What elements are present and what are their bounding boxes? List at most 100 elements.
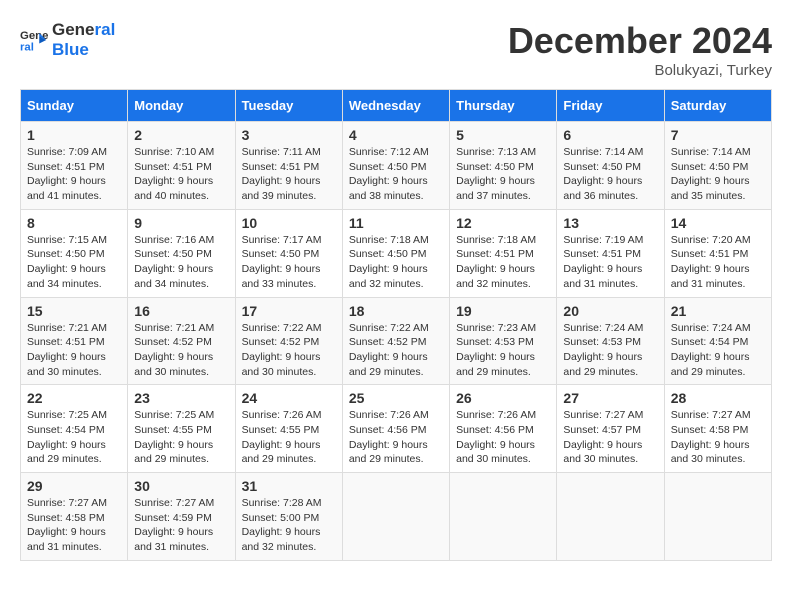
sunset-time: 4:58 PM (66, 512, 105, 524)
sunset-time: 4:52 PM (387, 336, 426, 348)
day-number: 9 (134, 215, 228, 231)
day-info: Sunrise: 7:22 AM Sunset: 4:52 PM Dayligh… (349, 321, 443, 380)
sunset-time: 4:56 PM (387, 424, 426, 436)
sunset-time: 4:51 PM (602, 248, 641, 260)
sunset-label: Sunset: (563, 161, 602, 173)
sunrise-time: 7:16 AM (176, 234, 215, 246)
sunrise-time: 7:09 AM (68, 146, 107, 158)
sunrise-time: 7:27 AM (176, 497, 215, 509)
table-row (342, 473, 449, 561)
day-info: Sunrise: 7:14 AM Sunset: 4:50 PM Dayligh… (671, 145, 765, 204)
daylight-label: Daylight: 9 hours and 29 minutes. (27, 439, 106, 466)
sunset-label: Sunset: (456, 248, 495, 260)
sunset-time: 4:50 PM (66, 248, 105, 260)
day-info: Sunrise: 7:09 AM Sunset: 4:51 PM Dayligh… (27, 145, 121, 204)
sunset-label: Sunset: (27, 512, 66, 524)
sunrise-label: Sunrise: (671, 146, 712, 158)
sunset-label: Sunset: (134, 336, 173, 348)
day-number: 19 (456, 303, 550, 319)
calendar-week-2: 15 Sunrise: 7:21 AM Sunset: 4:51 PM Dayl… (21, 297, 772, 385)
day-info: Sunrise: 7:28 AM Sunset: 5:00 PM Dayligh… (242, 496, 336, 555)
sunrise-time: 7:11 AM (283, 146, 321, 158)
logo: Gene ral General Blue (20, 20, 115, 59)
table-row (664, 473, 771, 561)
title-block: December 2024 Bolukyazi, Turkey (508, 20, 772, 79)
sunrise-time: 7:27 AM (605, 409, 644, 421)
sunrise-time: 7:15 AM (68, 234, 107, 246)
daylight-label: Daylight: 9 hours and 31 minutes. (671, 263, 750, 290)
day-info: Sunrise: 7:11 AM Sunset: 4:51 PM Dayligh… (242, 145, 336, 204)
table-row: 9 Sunrise: 7:16 AM Sunset: 4:50 PM Dayli… (128, 209, 235, 297)
table-row: 12 Sunrise: 7:18 AM Sunset: 4:51 PM Dayl… (450, 209, 557, 297)
daylight-label: Daylight: 9 hours and 30 minutes. (456, 439, 535, 466)
table-row: 4 Sunrise: 7:12 AM Sunset: 4:50 PM Dayli… (342, 122, 449, 210)
sunrise-label: Sunrise: (671, 234, 712, 246)
sunset-label: Sunset: (27, 336, 66, 348)
sunrise-label: Sunrise: (349, 234, 390, 246)
day-number: 4 (349, 127, 443, 143)
sunset-time: 4:50 PM (173, 248, 212, 260)
sunset-time: 4:54 PM (66, 424, 105, 436)
sunrise-label: Sunrise: (134, 409, 175, 421)
daylight-label: Daylight: 9 hours and 37 minutes. (456, 175, 535, 202)
sunset-label: Sunset: (349, 424, 388, 436)
sunrise-time: 7:22 AM (283, 322, 322, 334)
daylight-label: Daylight: 9 hours and 31 minutes. (134, 526, 213, 553)
day-number: 6 (563, 127, 657, 143)
calendar-header-row: Sunday Monday Tuesday Wednesday Thursday… (21, 90, 772, 122)
sunrise-label: Sunrise: (27, 497, 68, 509)
sunrise-time: 7:19 AM (605, 234, 644, 246)
daylight-label: Daylight: 9 hours and 30 minutes. (563, 439, 642, 466)
col-thursday: Thursday (450, 90, 557, 122)
day-number: 17 (242, 303, 336, 319)
daylight-label: Daylight: 9 hours and 29 minutes. (242, 439, 321, 466)
table-row: 29 Sunrise: 7:27 AM Sunset: 4:58 PM Dayl… (21, 473, 128, 561)
day-info: Sunrise: 7:27 AM Sunset: 4:58 PM Dayligh… (27, 496, 121, 555)
sunset-time: 4:51 PM (66, 161, 105, 173)
daylight-label: Daylight: 9 hours and 32 minutes. (242, 526, 321, 553)
sunrise-label: Sunrise: (563, 146, 604, 158)
daylight-label: Daylight: 9 hours and 39 minutes. (242, 175, 321, 202)
daylight-label: Daylight: 9 hours and 29 minutes. (671, 351, 750, 378)
sunrise-label: Sunrise: (349, 146, 390, 158)
day-number: 26 (456, 390, 550, 406)
sunset-label: Sunset: (671, 161, 710, 173)
day-number: 18 (349, 303, 443, 319)
day-info: Sunrise: 7:25 AM Sunset: 4:55 PM Dayligh… (134, 408, 228, 467)
day-number: 8 (27, 215, 121, 231)
day-info: Sunrise: 7:14 AM Sunset: 4:50 PM Dayligh… (563, 145, 657, 204)
sunset-time: 4:50 PM (387, 161, 426, 173)
day-info: Sunrise: 7:15 AM Sunset: 4:50 PM Dayligh… (27, 233, 121, 292)
sunset-time: 4:50 PM (280, 248, 319, 260)
day-info: Sunrise: 7:23 AM Sunset: 4:53 PM Dayligh… (456, 321, 550, 380)
sunrise-time: 7:14 AM (712, 146, 751, 158)
calendar-week-0: 1 Sunrise: 7:09 AM Sunset: 4:51 PM Dayli… (21, 122, 772, 210)
table-row (557, 473, 664, 561)
table-row: 22 Sunrise: 7:25 AM Sunset: 4:54 PM Dayl… (21, 385, 128, 473)
table-row: 20 Sunrise: 7:24 AM Sunset: 4:53 PM Dayl… (557, 297, 664, 385)
sunrise-label: Sunrise: (349, 409, 390, 421)
sunrise-time: 7:28 AM (283, 497, 322, 509)
sunset-label: Sunset: (456, 424, 495, 436)
daylight-label: Daylight: 9 hours and 33 minutes. (242, 263, 321, 290)
day-info: Sunrise: 7:24 AM Sunset: 4:54 PM Dayligh… (671, 321, 765, 380)
sunset-label: Sunset: (563, 248, 602, 260)
table-row: 19 Sunrise: 7:23 AM Sunset: 4:53 PM Dayl… (450, 297, 557, 385)
sunset-time: 5:00 PM (280, 512, 319, 524)
sunset-label: Sunset: (134, 512, 173, 524)
table-row: 15 Sunrise: 7:21 AM Sunset: 4:51 PM Dayl… (21, 297, 128, 385)
day-number: 31 (242, 478, 336, 494)
day-number: 22 (27, 390, 121, 406)
day-number: 1 (27, 127, 121, 143)
sunset-time: 4:52 PM (173, 336, 212, 348)
day-info: Sunrise: 7:19 AM Sunset: 4:51 PM Dayligh… (563, 233, 657, 292)
day-info: Sunrise: 7:26 AM Sunset: 4:56 PM Dayligh… (349, 408, 443, 467)
day-number: 5 (456, 127, 550, 143)
sunset-label: Sunset: (27, 161, 66, 173)
daylight-label: Daylight: 9 hours and 38 minutes. (349, 175, 428, 202)
sunset-label: Sunset: (671, 424, 710, 436)
daylight-label: Daylight: 9 hours and 41 minutes. (27, 175, 106, 202)
sunset-time: 4:58 PM (709, 424, 748, 436)
sunrise-time: 7:14 AM (605, 146, 644, 158)
sunrise-label: Sunrise: (349, 322, 390, 334)
